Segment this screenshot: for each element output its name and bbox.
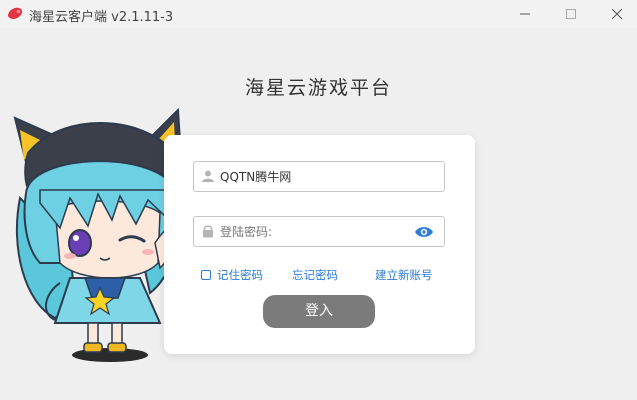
username-field [193, 161, 445, 192]
close-button[interactable] [597, 0, 637, 28]
login-options: 记住密码 忘记密码 建立新账号 [201, 267, 441, 283]
close-icon [612, 9, 622, 19]
remember-password-toggle[interactable]: 记住密码 [201, 267, 263, 283]
platform-title: 海星云游戏平台 [244, 77, 392, 99]
username-input[interactable] [220, 162, 405, 191]
remember-label: 记住密码 [217, 268, 263, 282]
window-title: 海星云客户端 v2.1.11-3 [29, 10, 174, 25]
lock-icon [203, 225, 213, 238]
remember-checkbox[interactable] [201, 270, 211, 280]
create-account-link[interactable]: 建立新账号 [375, 267, 433, 283]
minimize-icon [520, 13, 530, 15]
title-bar: 海星云客户端 v2.1.11-3 [0, 0, 637, 28]
login-card: 记住密码 忘记密码 建立新账号 登入 [164, 135, 475, 354]
eye-icon[interactable] [414, 225, 434, 239]
maximize-button[interactable] [551, 0, 591, 28]
minimize-button[interactable] [505, 0, 545, 28]
forgot-password-link[interactable]: 忘记密码 [292, 267, 338, 283]
password-input[interactable] [220, 217, 405, 246]
maximize-icon [566, 9, 576, 19]
app-logo-icon [8, 7, 23, 20]
login-button[interactable]: 登入 [263, 295, 375, 328]
password-field [193, 216, 445, 247]
user-icon [202, 170, 214, 182]
